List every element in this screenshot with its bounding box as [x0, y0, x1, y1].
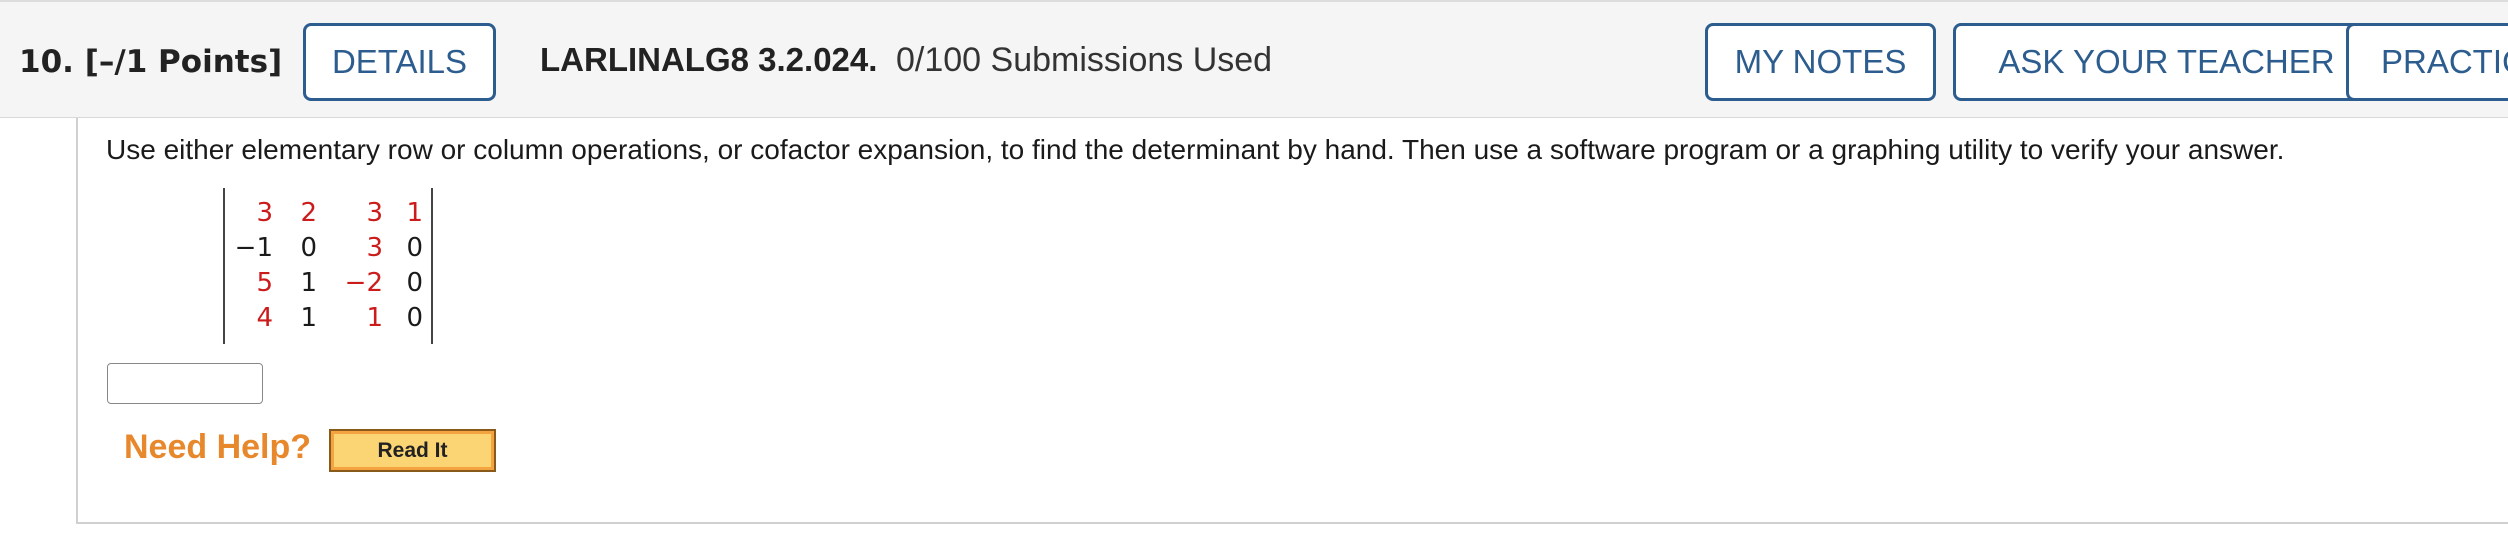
submissions-used: 0/100 Submissions Used: [896, 41, 1273, 79]
question-number-points: 10. [–/1 Points]: [19, 44, 283, 80]
matrix-cell: 1: [366, 303, 383, 333]
question-header: 10. [–/1 Points] DETAILS LARLINALG8 3.2.…: [0, 0, 2508, 118]
matrix-cell: 0: [406, 268, 423, 298]
matrix-cell: −2: [344, 268, 383, 298]
ask-your-teacher-button[interactable]: ASK YOUR TEACHER: [1953, 23, 2380, 101]
matrix-cell: 0: [406, 303, 423, 333]
matrix-cell: 1: [300, 303, 317, 333]
answer-input[interactable]: [107, 363, 263, 404]
need-help-label: Need Help?: [124, 428, 312, 466]
matrix-cell: 3: [256, 198, 273, 228]
matrix-cell: 5: [256, 268, 273, 298]
read-it-button[interactable]: Read It: [329, 429, 496, 472]
details-button[interactable]: DETAILS: [303, 23, 496, 101]
matrix-cell: 3: [366, 198, 383, 228]
matrix-cell: 1: [406, 198, 423, 228]
matrix-cell: −1: [234, 233, 273, 263]
question-code: LARLINALG8 3.2.024.: [540, 41, 878, 78]
practice-button[interactable]: PRACTIC: [2346, 23, 2508, 101]
determinant-matrix: 3 2 3 1 −1 0 3 0 5 1 −2 0 4 1 1 0: [223, 188, 433, 344]
matrix-cell: 0: [300, 233, 317, 263]
question-instruction: Use either elementary row or column oper…: [106, 134, 2285, 165]
matrix-cell: 2: [300, 198, 317, 228]
matrix-cell: 0: [406, 233, 423, 263]
matrix-cell: 1: [300, 268, 317, 298]
my-notes-button[interactable]: MY NOTES: [1705, 23, 1936, 101]
matrix-cell: 3: [366, 233, 383, 263]
matrix-cell: 4: [256, 303, 273, 333]
